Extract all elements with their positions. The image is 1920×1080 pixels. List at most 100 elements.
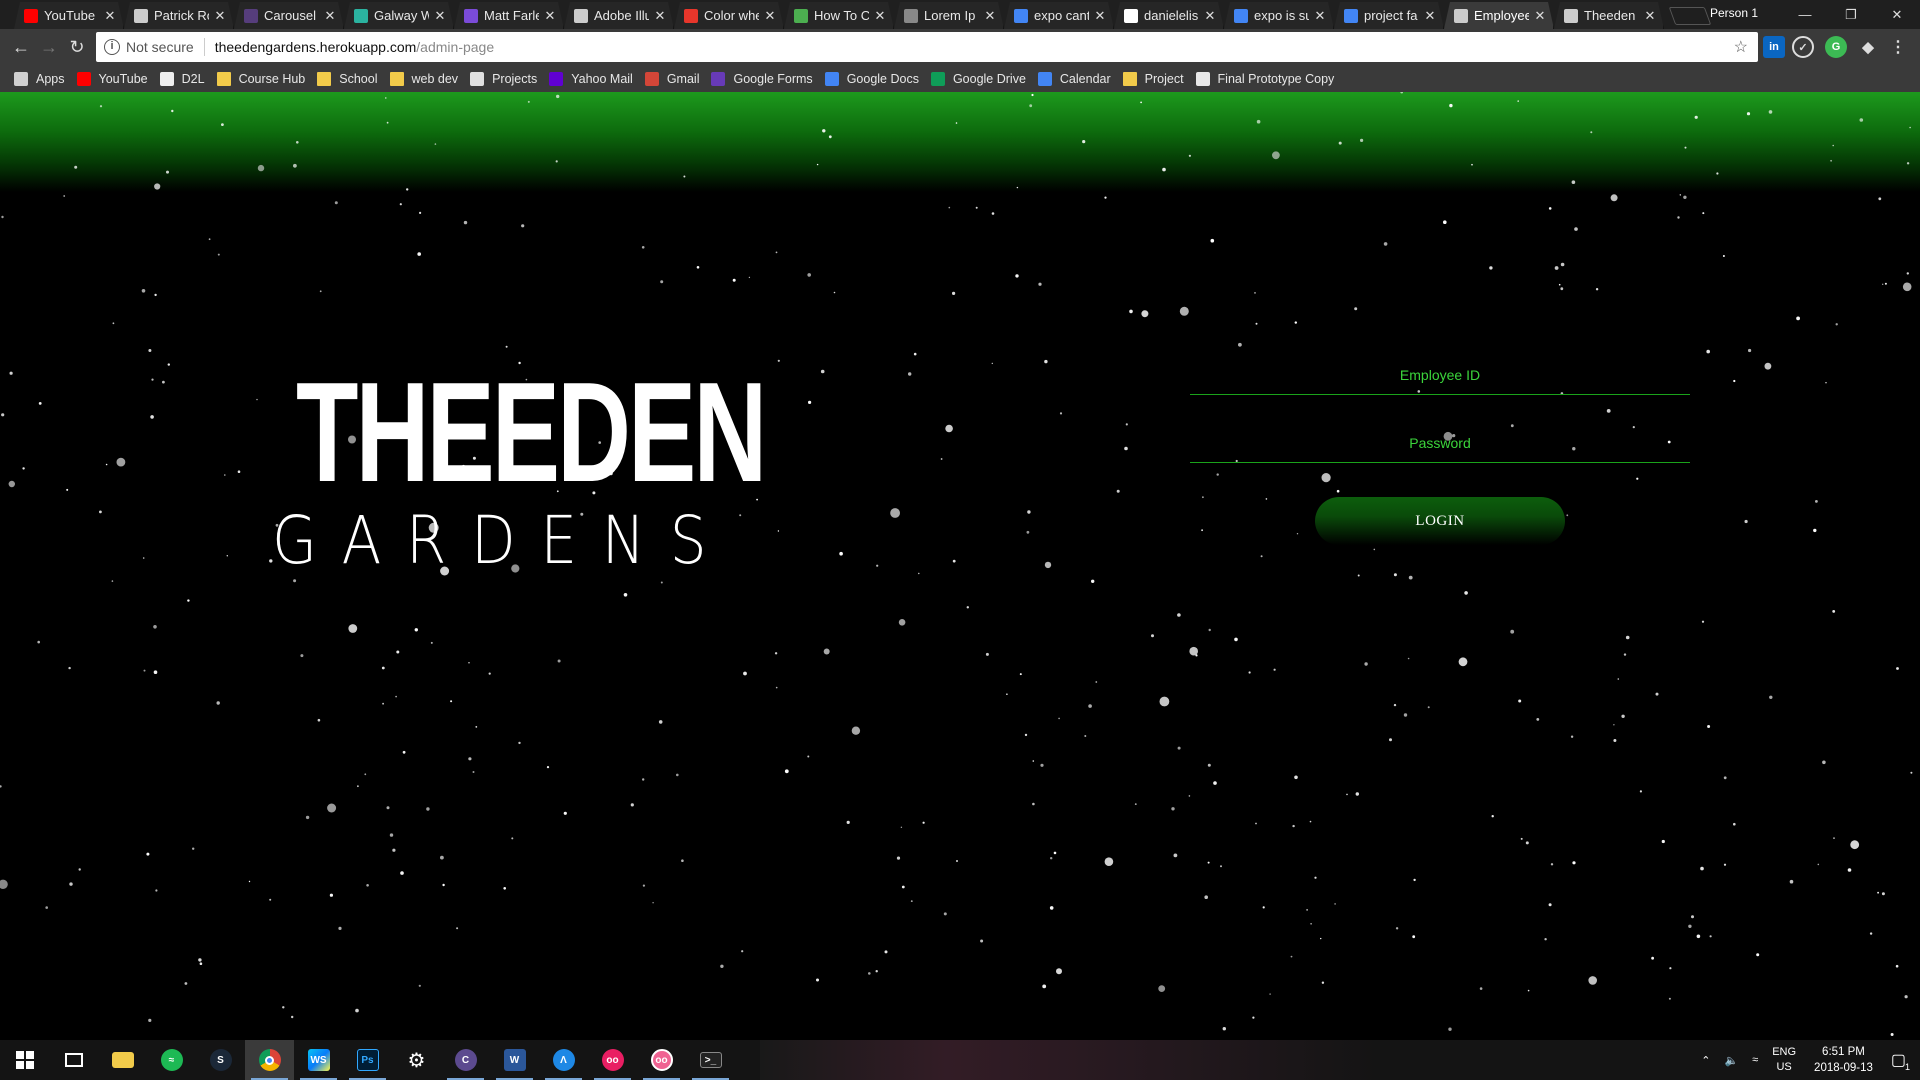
terminal-icon[interactable]: >_ (686, 1040, 735, 1080)
bookmark-item[interactable]: Calendar (1037, 71, 1111, 86)
tab-close-icon[interactable]: ✕ (873, 8, 887, 24)
address-bar[interactable]: i Not secure theedengardens.herokuapp.co… (96, 32, 1758, 62)
menu-icon[interactable]: ⋮ (1887, 36, 1909, 58)
bookmark-item[interactable]: Final Prototype Copy (1195, 71, 1334, 86)
notification-icon[interactable]: ▢ 1 (1891, 1050, 1910, 1072)
app-icon[interactable]: oo (637, 1040, 686, 1080)
bookmark-item[interactable]: Gmail (644, 71, 699, 86)
browser-tab[interactable]: danielelis ✕ (1114, 2, 1224, 29)
wifi-icon[interactable]: ≈ (1752, 1054, 1758, 1066)
login-button[interactable]: LOGIN (1315, 497, 1565, 545)
bookmark-item[interactable]: Google Docs (824, 71, 919, 86)
browser-tab[interactable]: Carousel ✕ (234, 2, 344, 29)
star (1706, 349, 1710, 354)
bookmark-item[interactable]: web dev (389, 71, 458, 86)
bookmark-item[interactable]: School (317, 71, 378, 86)
tab-close-icon[interactable]: ✕ (1313, 8, 1327, 24)
bookmark-item[interactable]: Google Drive (930, 71, 1026, 86)
tab-close-icon[interactable]: ✕ (543, 8, 557, 24)
minimize-icon[interactable]: — (1782, 0, 1828, 29)
extension-diamond-icon[interactable]: ◆ (1857, 36, 1879, 58)
restore-icon[interactable]: ❐ (1828, 0, 1874, 29)
clock[interactable]: 6:51 PM 2018-09-13 (1814, 1044, 1873, 1076)
settings-icon[interactable]: ⚙ (392, 1040, 441, 1080)
browser-tab[interactable]: Patrick Ro ✕ (124, 2, 234, 29)
browser-tab[interactable]: project fa ✕ (1334, 2, 1444, 29)
forward-icon[interactable]: → (38, 36, 60, 58)
star (556, 94, 560, 99)
tab-close-icon[interactable]: ✕ (1093, 8, 1107, 24)
chrome-icon[interactable] (245, 1040, 294, 1080)
bookmark-star-icon[interactable]: ☆ (1734, 37, 1748, 57)
tab-close-icon[interactable]: ✕ (1643, 8, 1657, 24)
photoshop-icon[interactable]: Ps (343, 1040, 392, 1080)
star (1389, 738, 1392, 742)
star (1679, 194, 1682, 196)
reload-icon[interactable]: ↻ (66, 36, 88, 58)
star (1, 413, 5, 417)
file-explorer-icon[interactable] (98, 1040, 147, 1080)
arduino-icon[interactable]: Λ (539, 1040, 588, 1080)
star (1059, 412, 1063, 415)
browser-tab[interactable]: YouTube ✕ (14, 2, 124, 29)
star (822, 129, 826, 133)
star (1668, 997, 1671, 1000)
extension-icon[interactable]: ✓ (1792, 36, 1814, 58)
grammarly-extension-icon[interactable]: G (1825, 36, 1847, 58)
url-path: /admin-page (416, 39, 495, 55)
word-icon[interactable]: W (490, 1040, 539, 1080)
new-tab-button[interactable] (1668, 7, 1712, 25)
browser-tab[interactable]: Color whe ✕ (674, 2, 784, 29)
back-icon[interactable]: ← (10, 36, 32, 58)
bookmark-item[interactable]: D2L (159, 71, 205, 86)
tab-close-icon[interactable]: ✕ (1203, 8, 1217, 24)
tab-close-icon[interactable]: ✕ (103, 8, 117, 24)
tab-close-icon[interactable]: ✕ (983, 8, 997, 24)
webstorm-icon[interactable]: WS (294, 1040, 343, 1080)
task-view-icon[interactable] (49, 1040, 98, 1080)
employee-id-input[interactable] (1190, 337, 1690, 394)
star (1613, 724, 1615, 726)
star (305, 815, 310, 820)
info-icon[interactable]: i (104, 39, 120, 55)
spotify-icon[interactable]: ≈ (147, 1040, 196, 1080)
tab-close-icon[interactable]: ✕ (323, 8, 337, 24)
browser-tab[interactable]: Adobe Illu ✕ (564, 2, 674, 29)
star (475, 726, 478, 728)
bookmark-item[interactable]: Projects (470, 71, 537, 86)
volume-icon[interactable]: 🔈 (1724, 1054, 1738, 1067)
profile-name[interactable]: Person 1 (1710, 6, 1758, 20)
bookmark-item[interactable]: Apps (14, 71, 65, 86)
tab-close-icon[interactable]: ✕ (1423, 8, 1437, 24)
password-input[interactable] (1190, 405, 1690, 462)
browser-tab[interactable]: Theeden ✕ (1554, 2, 1664, 29)
chevron-up-icon[interactable]: ⌃ (1701, 1054, 1710, 1067)
browser-tab[interactable]: How To C ✕ (784, 2, 894, 29)
bookmark-item[interactable]: Course Hub (216, 71, 305, 86)
app-icon[interactable]: C (441, 1040, 490, 1080)
star (184, 982, 188, 985)
bookmark-item[interactable]: YouTube (76, 71, 148, 86)
tab-close-icon[interactable]: ✕ (653, 8, 667, 24)
windows-start-icon[interactable] (0, 1040, 49, 1080)
tab-close-icon[interactable]: ✕ (433, 8, 447, 24)
browser-tab[interactable]: Lorem Ip ✕ (894, 2, 1004, 29)
linkedin-extension-icon[interactable]: in (1763, 36, 1785, 58)
browser-tab[interactable]: expo is su ✕ (1224, 2, 1334, 29)
bookmark-item[interactable]: Yahoo Mail (549, 71, 633, 86)
close-icon[interactable]: ✕ (1874, 0, 1920, 29)
browser-tab[interactable]: Galway W ✕ (344, 2, 454, 29)
bookmark-item[interactable]: Project (1122, 71, 1184, 86)
app-icon[interactable]: oo (588, 1040, 637, 1080)
tab-close-icon[interactable]: ✕ (763, 8, 777, 24)
browser-tab[interactable]: expo cant ✕ (1004, 2, 1114, 29)
star (1029, 104, 1033, 108)
bookmark-item[interactable]: Google Forms (711, 71, 813, 86)
steam-icon[interactable]: S (196, 1040, 245, 1080)
tab-close-icon[interactable]: ✕ (1533, 8, 1547, 24)
star (896, 856, 901, 860)
language-indicator[interactable]: ENG US (1772, 1045, 1796, 1075)
tab-close-icon[interactable]: ✕ (213, 8, 227, 24)
browser-tab[interactable]: Matt Farle ✕ (454, 2, 564, 29)
browser-tab[interactable]: Employee ✕ (1444, 2, 1554, 29)
